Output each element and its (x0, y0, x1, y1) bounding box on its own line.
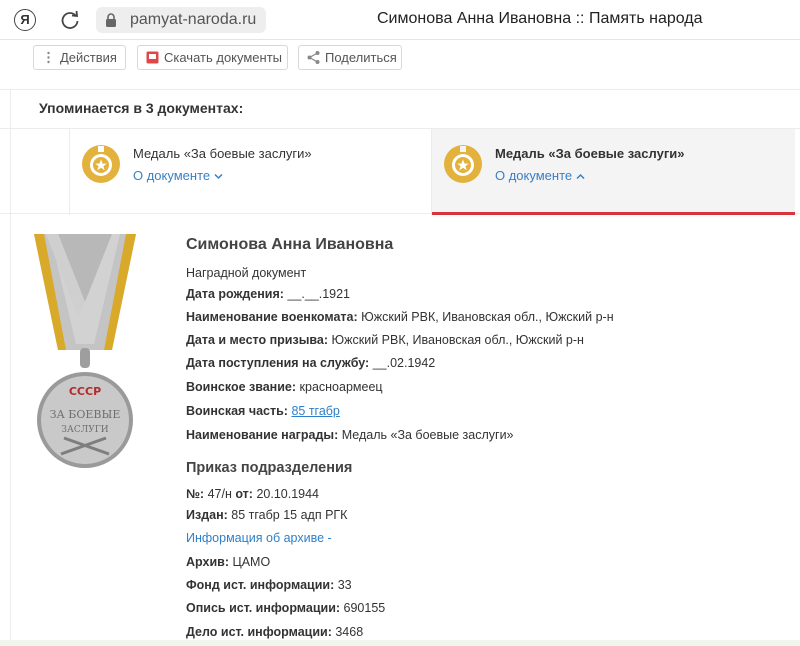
field-value: Южский РВК, Ивановская обл., Южский р-н (361, 310, 614, 324)
archive-file: Дело ист. информации: 3468 (186, 625, 363, 639)
field-draft-place: Дата и место призыва: Южский РВК, Иванов… (186, 333, 584, 347)
chevron-up-icon (576, 173, 585, 180)
field-service-start: Дата поступления на службу: __.02.1942 (186, 356, 435, 370)
field-label: Наименование награды: (186, 428, 339, 442)
medal-icon (82, 145, 120, 183)
medal-lettering-top: СССР (69, 385, 101, 398)
field-value: Медаль «За боевые заслуги» (341, 428, 514, 442)
field-value: Южский РВК, Ивановская обл., Южский р-н (331, 333, 584, 347)
reload-icon[interactable] (58, 8, 82, 32)
field-value: 85 тгабр 15 адп РГК (231, 508, 348, 522)
pdf-icon (146, 51, 159, 64)
field-value: __.02.1942 (372, 356, 436, 370)
yandex-logo-button[interactable]: Я (14, 9, 36, 31)
field-label: №: (186, 487, 205, 501)
share-icon (307, 51, 320, 64)
field-label: Фонд ист. информации: (186, 578, 335, 592)
order-section-title: Приказ подразделения (186, 460, 353, 476)
chevron-down-icon (214, 173, 223, 180)
medal-lettering-bottom: ЗАСЛУГИ (61, 425, 108, 435)
document-tab-1[interactable]: Медаль «За боевые заслуги» О документе (69, 129, 431, 215)
field-label: Архив: (186, 555, 229, 569)
military-unit-link[interactable]: 85 тгабр (291, 404, 339, 418)
archive-info-link[interactable]: Информация об архиве - (186, 531, 332, 545)
actions-label: Действия (60, 50, 117, 65)
field-military-unit: Воинская часть: 85 тгабр (186, 404, 340, 418)
field-rank: Воинское звание: красноармеец (186, 380, 383, 394)
field-birth-date: Дата рождения: __.__.1921 (186, 287, 350, 301)
archive-inventory: Опись ист. информации: 690155 (186, 601, 385, 615)
url-text: pamyat-naroda.ru (130, 11, 257, 28)
medal-lettering-mid: ЗА БОЕВЫЕ (50, 408, 121, 421)
about-document-link[interactable]: О документе (495, 168, 585, 183)
field-label: Воинское звание: (186, 380, 297, 394)
about-document-label: О документе (495, 168, 573, 183)
field-label: Дата рождения: (186, 287, 284, 301)
medal-picture: СССР ЗА БОЕВЫЕ ЗАСЛУГИ (34, 234, 136, 468)
document-name: Медаль «За боевые заслуги» (133, 146, 312, 161)
field-value: 20.10.1944 (256, 487, 320, 501)
actions-button[interactable]: Действия (33, 45, 126, 70)
field-value: 3468 (335, 625, 364, 639)
address-bar[interactable]: pamyat-naroda.ru (96, 7, 266, 33)
field-enlistment-office: Наименование военкомата: Южский РВК, Ива… (186, 310, 614, 324)
document-type: Наградной документ (186, 266, 307, 280)
field-award-name: Наименование награды: Медаль «За боевые … (186, 428, 514, 442)
field-label: от: (235, 487, 253, 501)
field-label: Воинская часть: (186, 404, 288, 418)
more-vertical-icon (47, 51, 50, 64)
page-bottom-band (0, 640, 800, 646)
field-value: 47/н (207, 487, 232, 501)
share-label: Поделиться (325, 50, 397, 65)
page-tab-title: Симонова Анна Ивановна :: Память народа (377, 10, 703, 27)
active-tab-underline (432, 212, 795, 215)
document-name: Медаль «За боевые заслуги» (495, 146, 685, 161)
document-toolbar: Действия Скачать документы Поделиться (0, 40, 800, 90)
field-value: 33 (337, 578, 352, 592)
share-button[interactable]: Поделиться (298, 45, 402, 70)
field-label: Дата поступления на службу: (186, 356, 370, 370)
archive-fond: Фонд ист. информации: 33 (186, 578, 352, 592)
field-label: Дата и место призыва: (186, 333, 329, 347)
field-value: ЦАМО (232, 555, 271, 569)
field-value: 690155 (343, 601, 386, 615)
archive-name: Архив: ЦАМО (186, 555, 270, 569)
order-issued: Издан: 85 тгабр 15 адп РГК (186, 508, 347, 522)
field-label: Дело ист. информации: (186, 625, 332, 639)
field-label: Опись ист. информации: (186, 601, 341, 615)
download-label: Скачать документы (164, 50, 283, 65)
order-number: №: 47/н от: 20.10.1944 (186, 487, 319, 501)
medal-icon (444, 145, 482, 183)
lock-icon[interactable] (103, 12, 119, 28)
documents-strip: Медаль «За боевые заслуги» О документе М… (0, 128, 800, 215)
browser-bar: Я pamyat-naroda.ru Симонова Анна Ивановн… (0, 0, 800, 40)
about-document-link[interactable]: О документе (133, 168, 223, 183)
field-value: __.__.1921 (287, 287, 350, 301)
field-label: Издан: (186, 508, 228, 522)
person-name: Симонова Анна Ивановна (186, 236, 394, 253)
mentions-title: Упоминается в 3 документах: (39, 100, 244, 116)
document-tab-2-active[interactable]: Медаль «За боевые заслуги» О документе (431, 129, 795, 215)
download-documents-button[interactable]: Скачать документы (137, 45, 288, 70)
field-label: Наименование военкомата: (186, 310, 358, 324)
about-document-label: О документе (133, 168, 211, 183)
archive-info-label: Информация об архиве (186, 531, 325, 545)
field-value: красноармеец (299, 380, 383, 394)
